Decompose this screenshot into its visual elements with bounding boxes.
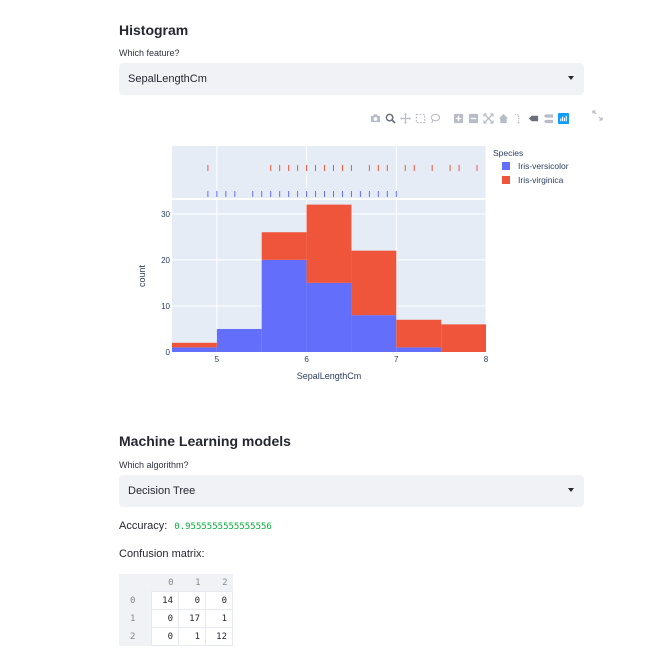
legend-item-versicolor[interactable]: Iris-versicolor (502, 161, 569, 171)
legend-swatch (502, 176, 510, 184)
histogram-bar (172, 347, 217, 352)
table-cell: 0 (178, 591, 206, 610)
histogram-bar (261, 232, 307, 260)
accuracy-value: 0.9555555555555556 (174, 522, 272, 532)
algo-select-value: Decision Tree (128, 485, 196, 497)
legend-label: Iris-virginica (518, 175, 564, 185)
histogram-chart: 5 6 7 8 0 10 20 30 SepalLengthCm count (137, 146, 489, 381)
algo-select-label: Which algorithm? (119, 460, 189, 470)
ml-title: Machine Learning models (119, 433, 291, 449)
table-cell: 1 (178, 627, 206, 646)
histogram-bar (306, 204, 352, 283)
y-axis-title: count (137, 264, 147, 287)
chart-legend: Species Iris-versicolor Iris-virginica (493, 148, 569, 185)
chevron-down-icon[interactable] (568, 488, 574, 492)
table-corner (119, 574, 152, 592)
row-index: 1 (119, 609, 152, 628)
column-header[interactable]: 1 (178, 574, 206, 592)
legend-swatch (502, 162, 510, 170)
histogram-bar (172, 342, 217, 348)
column-header[interactable]: 0 (151, 574, 179, 592)
legend-label: Iris-versicolor (518, 161, 569, 171)
confusion-matrix-label: Confusion matrix: (119, 548, 205, 560)
row-index: 2 (119, 627, 152, 646)
y-tick-label: 10 (161, 302, 170, 311)
x-axis-title: SepalLengthCm (297, 371, 362, 381)
y-tick-label: 20 (161, 256, 170, 265)
table-cell: 0 (151, 609, 179, 628)
x-tick-label: 8 (484, 355, 489, 364)
x-tick-label: 7 (394, 355, 399, 364)
legend-item-virginica[interactable]: Iris-virginica (502, 175, 569, 185)
histogram-bar (396, 347, 442, 352)
algo-select[interactable]: Decision Tree (119, 475, 584, 507)
table-row: 1 0 17 1 (119, 609, 233, 628)
table-cell: 1 (205, 609, 233, 628)
x-tick-label: 5 (215, 355, 220, 364)
table-cell: 0 (205, 591, 233, 610)
table-row: 0 14 0 0 (119, 591, 233, 610)
histogram-bar (306, 282, 352, 352)
accuracy-line: Accuracy: 0.9555555555555556 (119, 520, 272, 532)
histogram-bar (441, 324, 486, 352)
y-tick-label: 30 (161, 210, 170, 219)
column-header[interactable]: 2 (205, 574, 233, 592)
x-tick-label: 6 (304, 355, 309, 364)
accuracy-label: Accuracy: (119, 520, 168, 532)
y-tick-label: 0 (166, 348, 171, 357)
table-cell: 0 (151, 627, 179, 646)
histogram-bar (261, 259, 307, 352)
confusion-matrix-table[interactable]: 012 0 14 0 0 1 0 17 1 2 0 1 12 (119, 574, 233, 646)
legend-title: Species (493, 148, 524, 158)
table-cell: 17 (178, 609, 206, 628)
histogram-bar (216, 328, 262, 352)
rug-plot-area (172, 146, 486, 198)
table-cell: 12 (205, 627, 233, 646)
histogram-bar (396, 319, 442, 348)
histogram-bar (351, 315, 397, 352)
row-index: 0 (119, 591, 152, 610)
table-cell: 14 (151, 591, 179, 610)
histogram-bar (351, 250, 397, 316)
table-row: 2 0 1 12 (119, 627, 233, 646)
